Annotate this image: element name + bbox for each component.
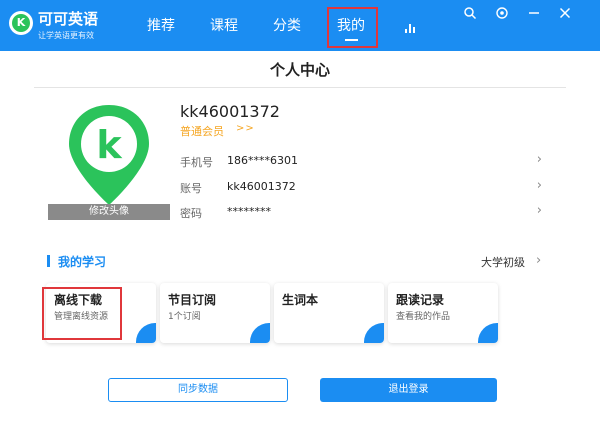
card-read-along-records[interactable]: 跟读记录 查看我的作品 [388,283,498,343]
card-title: 节目订阅 [168,293,217,307]
phone-label: 手机号 [180,156,213,169]
card-corner-decoration [364,323,384,343]
signal-icon [405,24,417,33]
account-value: kk46001372 [227,180,296,193]
card-title: 生词本 [282,293,319,307]
password-label: 密码 [180,207,202,220]
study-level[interactable]: 大学初级 [481,254,525,270]
account-label: 账号 [180,182,202,195]
brand-slogan: 让学英语更有效 [38,31,94,40]
search-icon[interactable] [463,6,477,20]
nav-active-underline [345,39,358,41]
app-logo: K [9,11,33,35]
card-subtitle: 查看我的作品 [396,312,451,322]
card-vocabulary-book[interactable]: 生词本 [274,283,384,343]
avatar-letter: k [96,123,122,167]
chevron-right-icon: › [536,203,542,218]
sync-data-button[interactable]: 同步数据 [108,378,288,402]
minimize-icon[interactable] [527,6,541,20]
card-program-subscription[interactable]: 节目订阅 1个订阅 [160,283,270,343]
account-row[interactable]: 账号 kk46001372 › [180,178,546,198]
logo-letter: K [12,14,30,32]
settings-icon[interactable] [495,6,509,20]
offline-download-highlight [42,287,122,340]
logout-button[interactable]: 退出登录 [320,378,497,402]
card-title: 跟读记录 [396,293,445,307]
nav-tab-courses[interactable]: 课程 [210,15,238,35]
username: kk46001372 [180,102,280,121]
brand-name: 可可英语 [38,10,99,28]
chevron-right-icon: › [536,178,542,193]
close-icon[interactable] [558,6,572,20]
membership-level[interactable]: 普通会员 [180,123,224,139]
page-title: 个人中心 [269,61,330,79]
edit-avatar-label[interactable]: 修改头像 [48,204,170,220]
membership-arrow[interactable]: >> [236,123,255,134]
top-bar: K 可可英语 让学英语更有效 推荐 课程 分类 我的 [0,0,600,51]
nav-tab-categories[interactable]: 分类 [273,15,301,35]
password-row[interactable]: 密码 ******** › [180,203,546,223]
chevron-right-icon: › [536,152,542,167]
section-title-my-learning: 我的学习 [58,255,107,269]
section-accent-bar [47,255,50,267]
password-value: ******** [227,205,271,218]
nav-active-highlight [327,7,378,48]
card-corner-decoration [250,323,270,343]
nav-tab-recommend[interactable]: 推荐 [147,15,175,35]
card-corner-decoration [136,323,156,343]
phone-value: 186****6301 [227,154,298,167]
chevron-right-icon[interactable]: › [536,253,541,268]
card-corner-decoration [478,323,498,343]
phone-row[interactable]: 手机号 186****6301 › [180,152,546,172]
avatar-pin-icon: k [69,105,149,205]
card-subtitle: 1个订阅 [168,312,201,322]
avatar[interactable]: k 修改头像 [48,100,170,220]
title-divider [34,87,566,88]
